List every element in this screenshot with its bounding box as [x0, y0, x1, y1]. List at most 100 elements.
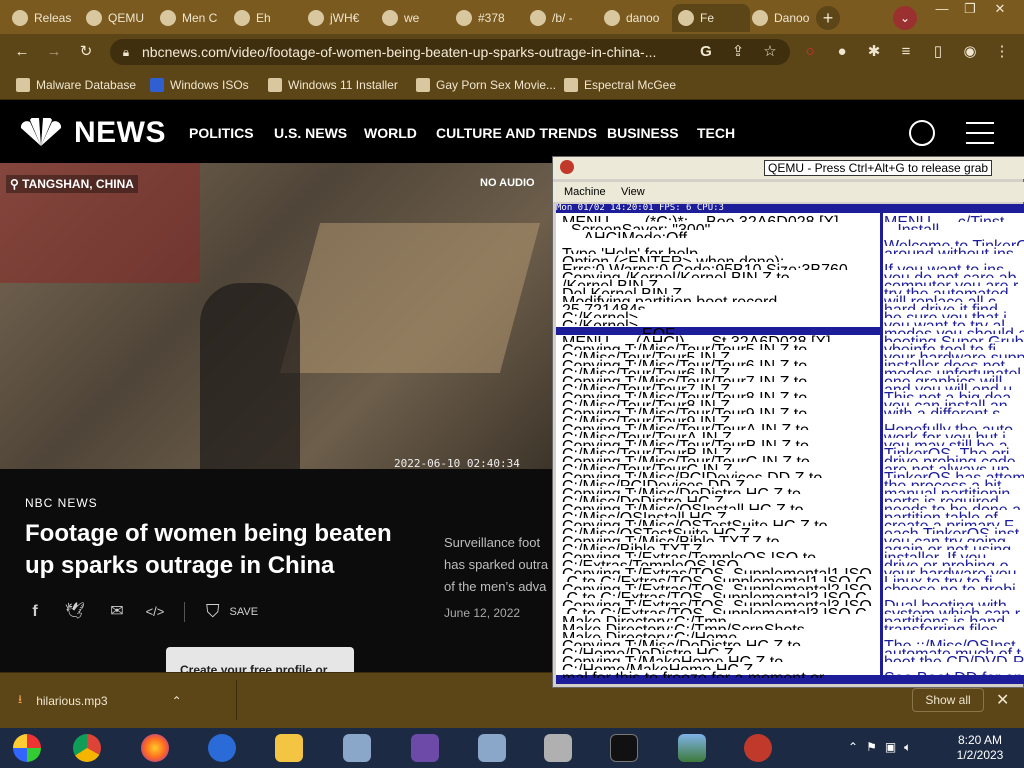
extensions-puzzle-icon[interactable]: ✱	[862, 40, 886, 64]
new-tab-button[interactable]: +	[816, 6, 840, 30]
browser-tab[interactable]: danoo	[598, 4, 676, 32]
nav-business[interactable]: BUSINESS	[607, 125, 679, 141]
nbc-news-logo[interactable]: NEWS	[16, 116, 166, 150]
taskbar-opera[interactable]	[205, 732, 239, 764]
google-icon[interactable]: G	[694, 40, 718, 64]
terminal-line: C:/Misc/Tour/TourB.IN.Z	[562, 446, 878, 454]
terminal-line: C:/Misc/Bible.TXT.Z	[562, 542, 878, 550]
download-item[interactable]: ⭳ hilarious.mp3 ⌃	[18, 690, 182, 711]
flag-icon[interactable]: ⚑	[866, 740, 877, 755]
side-panel-icon[interactable]: ▯	[926, 40, 950, 64]
browser-tab[interactable]: QEMU	[80, 4, 158, 32]
terminal-line: installer does not	[884, 358, 1024, 366]
facebook-icon[interactable]: f	[24, 602, 46, 622]
terminal-line: Modifying partition boot record.	[562, 294, 878, 302]
taskbar-app-7[interactable]	[408, 732, 442, 764]
bookmark-star-icon[interactable]: ☆	[758, 40, 782, 64]
show-all-button[interactable]: Show all	[912, 688, 984, 712]
share-page-icon[interactable]: ⇪	[726, 40, 750, 64]
account-icon[interactable]	[909, 120, 935, 146]
vm-left-terminal[interactable]: MENU (*C:)*:....Boo 32A6D028 [X] ScreenS…	[562, 214, 878, 680]
nav-tech[interactable]: TECH	[697, 125, 735, 141]
bookmark-espectral-mcgee[interactable]: Espectral McGee	[564, 76, 676, 94]
lock-icon[interactable]: 🔒︎	[114, 40, 138, 64]
terminal-line: booting Super Grub	[884, 334, 1024, 342]
chrome-menu-icon[interactable]: ⋮	[990, 40, 1014, 64]
browser-tab[interactable]: we	[376, 4, 454, 32]
nav-culture-and-trends[interactable]: CULTURE AND TRENDS	[436, 125, 597, 141]
cabinet-icon	[544, 734, 572, 762]
taskbar-app-9[interactable]	[541, 732, 575, 764]
qemu-menu-view[interactable]: View	[621, 186, 645, 198]
twitter-icon[interactable]: 🕊︎	[64, 602, 86, 622]
close-download-bar-icon[interactable]: ✕	[996, 690, 1009, 710]
opera-icon	[208, 734, 236, 762]
taskbar-chrome[interactable]	[70, 732, 104, 764]
bookmark-malware-database[interactable]: Malware Database	[16, 76, 136, 94]
terminal-line: C:/Misc/OSTestSuite.HC.Z	[562, 526, 878, 534]
terminal-line: Del Kernel.BIN.Z	[562, 286, 878, 294]
taskbar-app-1[interactable]	[10, 732, 44, 764]
email-icon[interactable]: ✉	[106, 602, 128, 622]
article-kicker[interactable]: NBC NEWS	[25, 496, 98, 510]
qemu-menu-machine[interactable]: Machine	[564, 186, 606, 198]
bookmark-windows-11-installer[interactable]: Windows 11 Installer	[268, 76, 398, 94]
taskbar-app-8[interactable]	[475, 732, 509, 764]
close-window-icon[interactable]: ✕	[984, 0, 1016, 18]
nav-us-news[interactable]: U.S. NEWS	[274, 125, 347, 141]
extension-avatar-icon[interactable]: ●	[830, 40, 854, 64]
video-player[interactable]	[0, 163, 552, 469]
browser-tab[interactable]: jWH€	[302, 4, 380, 32]
browser-tab[interactable]: Releas	[6, 4, 84, 32]
browser-tab[interactable]: Men C	[154, 4, 232, 32]
bookmark-windows-isos[interactable]: Windows ISOs	[150, 76, 249, 94]
browser-tab[interactable]: Danoo	[746, 4, 824, 32]
terminal-line: you do not care ab	[884, 270, 1024, 278]
terminal-line: be sure you that i	[884, 310, 1024, 318]
profile-icon[interactable]: ◉	[958, 40, 982, 64]
taskbar-firefox[interactable]	[138, 732, 172, 764]
browser-tab[interactable]: Fe	[672, 4, 750, 32]
terminal-line: TinkerOS. The ori	[884, 446, 1024, 454]
extension-opera-icon[interactable]: ○	[798, 40, 822, 64]
hamburger-menu-icon[interactable]	[966, 122, 994, 144]
browser-tab[interactable]: #378	[450, 4, 528, 32]
terminal-line: Copying T:/Misc/DoDistro.HC.Z to	[562, 486, 878, 494]
taskbar-photos[interactable]	[675, 732, 709, 764]
bookmark-movie[interactable]: Gay Porn Sex Movie...	[416, 76, 556, 94]
taskbar-qemu[interactable]	[741, 732, 775, 764]
save-button[interactable]: ⛉ SAVE	[206, 601, 258, 622]
browser-tab[interactable]: /b/ -	[524, 4, 602, 32]
address-bar[interactable]: nbcnews.com/video/footage-of-women-being…	[110, 39, 790, 65]
tab-label: /b/ -	[552, 11, 573, 25]
terminal-line: modes unfortunatel	[884, 366, 1024, 374]
forward-icon[interactable]: →	[42, 40, 66, 64]
reading-list-icon[interactable]: ≡	[894, 40, 918, 64]
nav-world[interactable]: WORLD	[364, 125, 417, 141]
restore-icon[interactable]: ❐	[954, 0, 986, 18]
bookmark-label: Espectral McGee	[584, 78, 677, 92]
terminal-line: Copying T:/Extras/TempleOS.ISO to	[562, 550, 878, 558]
browser-tab[interactable]: Eh	[228, 4, 306, 32]
vm-right-terminal[interactable]: MENU c/Tinst InstallWelcome to TinkerOar…	[884, 214, 1024, 680]
taskbar-file-explorer[interactable]	[272, 732, 306, 764]
taskbar-terminal[interactable]	[607, 732, 641, 764]
no-audio-label: NO AUDIO	[480, 177, 535, 189]
chevron-up-icon[interactable]: ⌃	[848, 740, 858, 755]
volume-icon[interactable]: 🔈︎	[904, 740, 911, 755]
terminal-line: work for you but i	[884, 430, 1024, 438]
nav-politics[interactable]: POLITICS	[189, 125, 254, 141]
terminal-line: drive probing code	[884, 454, 1024, 462]
tab-search-icon[interactable]: ⌄	[893, 6, 917, 30]
terminal-line: Dual booting with	[884, 598, 1024, 606]
taskbar-clock[interactable]: 8:20 AM 1/2/2023	[946, 733, 1014, 763]
network-icon[interactable]: ▣	[885, 740, 896, 755]
chevron-up-icon[interactable]: ⌃	[172, 694, 182, 708]
embed-icon[interactable]: </>	[144, 602, 166, 622]
taskbar-app-6[interactable]	[340, 732, 374, 764]
back-icon[interactable]: ←	[10, 40, 34, 64]
reload-icon[interactable]: ↻	[74, 40, 98, 64]
tab-label: Men C	[182, 11, 218, 25]
